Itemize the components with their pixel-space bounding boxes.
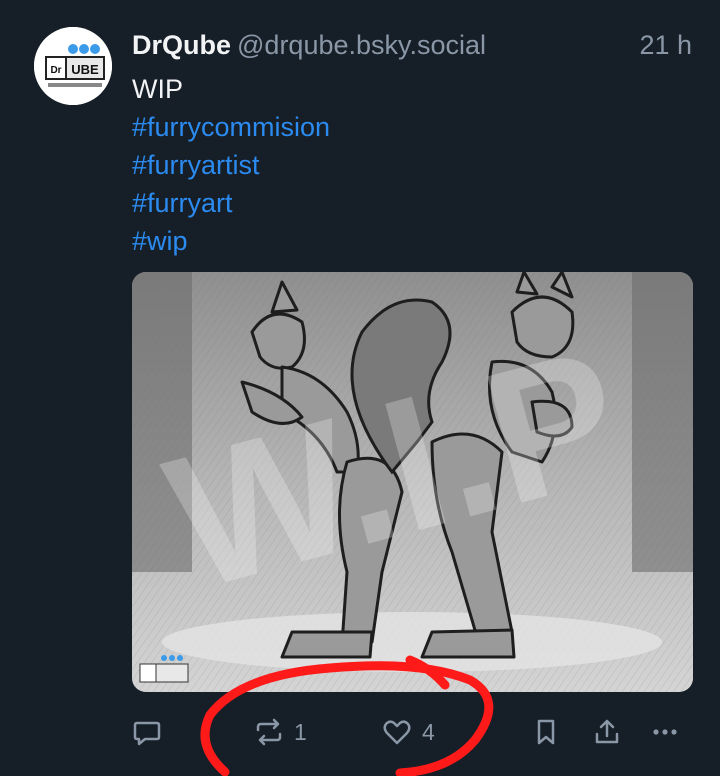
artwork-sketch-image: W.I.P [132,272,693,692]
more-options-button[interactable] [650,710,680,754]
post-actions: 1 4 [132,710,692,754]
like-button[interactable]: 4 [382,710,435,754]
hashtag-link[interactable]: #furrycommision [132,108,330,146]
author-display-name[interactable]: DrQube [132,30,231,60]
repost-button[interactable]: 1 [254,710,307,754]
svg-text:UBE: UBE [71,62,99,77]
repost-icon [256,718,282,746]
post-timestamp[interactable]: 21 h [639,28,692,62]
post-body: WIP #furrycommision #furryartist #furrya… [132,70,330,260]
author-handle[interactable]: @drqube.bsky.social [237,30,486,60]
hashtag-link[interactable]: #wip [132,222,330,260]
avatar[interactable]: Dr UBE [34,27,112,105]
post-image[interactable]: W.I.P [132,272,693,692]
share-icon [595,719,619,744]
like-count: 4 [422,718,435,745]
hashtag-link[interactable]: #furryart [132,184,330,222]
heart-icon [383,720,411,745]
drqube-logo-icon: Dr UBE [34,27,112,105]
share-button[interactable] [592,710,622,754]
post-header: DrQube @drqube.bsky.social 21 h [132,28,692,62]
repost-count: 1 [294,718,307,745]
bookmark-icon [537,719,555,745]
svg-text:Dr: Dr [50,65,61,76]
hashtag-link[interactable]: #furryartist [132,146,330,184]
post-text: WIP [132,74,183,104]
bookmark-button[interactable] [532,710,560,754]
comment-icon [133,721,161,746]
reply-button[interactable] [132,710,162,754]
more-options-icon [653,729,677,735]
